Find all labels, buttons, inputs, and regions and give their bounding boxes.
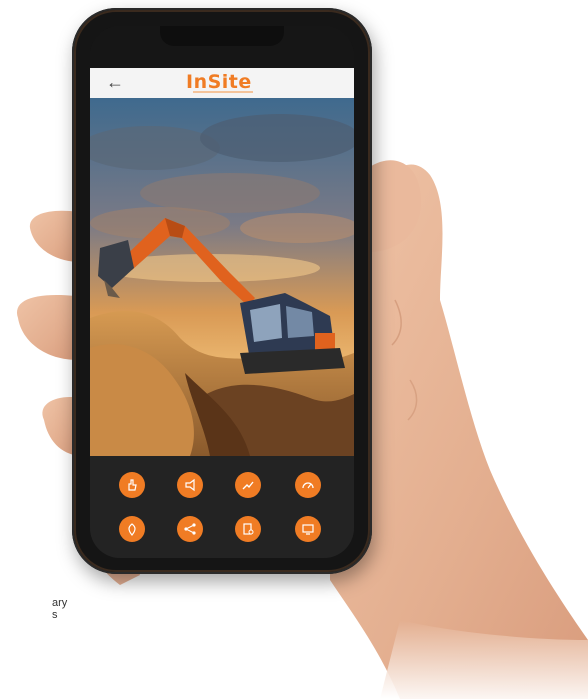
phone-screen: ← InSite [90, 26, 354, 558]
app-logo: InSite [186, 71, 252, 93]
cropped-caption: ary s [52, 597, 67, 621]
location-pin-icon[interactable] [119, 516, 145, 542]
share-network-icon[interactable] [177, 516, 203, 542]
arrow-left-icon[interactable]: ← [106, 72, 124, 92]
megaphone-icon[interactable] [177, 472, 203, 498]
trend-line-icon[interactable] [235, 472, 261, 498]
document-gear-icon[interactable] [235, 516, 261, 542]
bottom-action-dock [90, 456, 354, 558]
caption-line-1: ary [52, 597, 68, 609]
camera-notch [160, 26, 284, 46]
dashboard-icon[interactable] [295, 472, 321, 498]
app-header: ← InSite [90, 68, 354, 98]
logo-underline [193, 91, 253, 93]
status-bar [90, 26, 354, 68]
monitor-icon[interactable] [295, 516, 321, 542]
hand-point-icon[interactable] [119, 472, 145, 498]
excavator-photo [90, 98, 354, 456]
caption-line-2: s [52, 609, 58, 621]
